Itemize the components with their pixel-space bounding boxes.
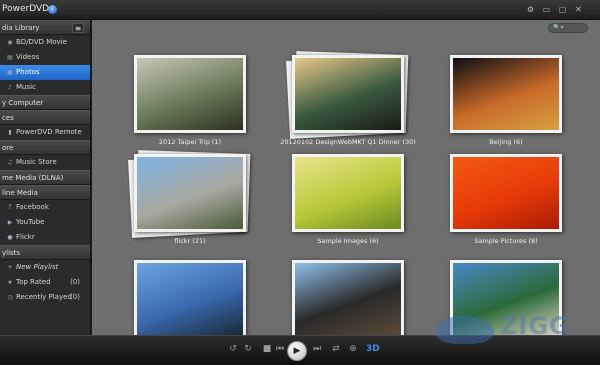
facebook-icon: f — [8, 204, 12, 211]
section-label: dia Library — [2, 24, 40, 32]
album-thumbnail[interactable] — [134, 55, 246, 133]
sidebar-item-powerdvd-remote[interactable]: ▮ PowerDVD Remote — [0, 125, 90, 140]
shuffle-icon[interactable]: ⇄ — [330, 344, 342, 354]
stop-button[interactable]: ■ — [261, 344, 273, 354]
album-caption: Beijing (6) — [489, 138, 523, 146]
sidebar-item-label: Music Store — [16, 158, 57, 166]
album-thumbnail[interactable] — [134, 260, 246, 335]
sidebar-item-bd-dvd-movie[interactable]: ◉ BD/DVD Movie — [0, 35, 90, 50]
sidebar: dia Library ≡ ◉ BD/DVD Movie ▤ Videos ▣ Photos ♪… — [0, 20, 91, 335]
disc-icon: ◉ — [7, 39, 13, 46]
album-thumbnail[interactable] — [292, 260, 404, 335]
sidebar-item-label: BD/DVD Movie — [16, 38, 67, 46]
item-count: (0) — [70, 293, 80, 301]
photo-icon: ▣ — [7, 69, 13, 76]
photo-gallery: 🔍▾ 2012 Taipei Trip (1) 20120102 DesignWe… — [92, 20, 600, 335]
sidebar-item-music[interactable]: ♪ Music — [0, 80, 90, 95]
sidebar-item-label: Top Rated — [16, 278, 51, 286]
album-thumbnail[interactable] — [292, 55, 404, 133]
sidebar-item-music-store[interactable]: ♫ Music Store — [0, 155, 90, 170]
next-button[interactable]: ⏭ — [311, 344, 323, 354]
sidebar-item-photos[interactable]: ▣ Photos — [0, 65, 90, 80]
minimize-button[interactable]: ▭ — [541, 4, 552, 15]
sidebar-item-flickr[interactable]: ● Flickr — [0, 230, 90, 245]
sidebar-section-playlists[interactable]: ylists — [0, 245, 90, 260]
sidebar-section-home-media[interactable]: me Media (DLNA) — [0, 170, 90, 185]
previous-button[interactable]: ⏮ — [274, 344, 286, 354]
clock-icon: ◷ — [7, 294, 13, 301]
flickr-icon: ● — [7, 234, 13, 241]
close-button[interactable]: ✕ — [573, 4, 584, 15]
music-icon: ♪ — [8, 84, 12, 91]
sidebar-item-label: Videos — [16, 53, 40, 61]
sidebar-item-label: Music — [16, 83, 36, 91]
app-title: PowerDVD — [2, 4, 50, 14]
album-caption: Sample Pictures (8) — [474, 237, 538, 245]
watermark-logo — [436, 316, 494, 344]
album-caption: Sample Images (6) — [317, 237, 379, 245]
gear-icon[interactable]: ⚙ — [525, 4, 536, 15]
section-label: y Computer — [2, 99, 44, 107]
album-thumbnail[interactable] — [450, 154, 562, 232]
section-label: me Media (DLNA) — [2, 174, 64, 182]
section-label: line Media — [2, 189, 38, 197]
sidebar-item-label: Facebook — [16, 203, 49, 211]
sidebar-item-new-playlist[interactable]: + New Playlist — [0, 260, 90, 275]
album-thumbnail[interactable] — [450, 55, 562, 133]
menu-toggle-icon[interactable]: ≡ — [72, 23, 84, 33]
sidebar-item-top-rated[interactable]: ★ Top Rated (0) — [0, 275, 90, 290]
sidebar-section-online-media[interactable]: line Media — [0, 185, 90, 200]
section-label: ore — [2, 144, 14, 152]
album-caption: 20120102 DesignWebMKT Q1 Dinner (30) — [280, 138, 416, 146]
sidebar-item-recently-played[interactable]: ◷ Recently Played (0) — [0, 290, 90, 305]
album-thumbnail[interactable] — [292, 154, 404, 232]
undo-icon[interactable]: ↺ — [227, 344, 239, 354]
sidebar-item-label: Photos — [16, 68, 40, 76]
sidebar-item-facebook[interactable]: f Facebook — [0, 200, 90, 215]
info-icon[interactable]: i — [48, 5, 57, 14]
youtube-icon: ▶ — [7, 219, 13, 226]
store-icon: ♫ — [7, 159, 13, 166]
sidebar-section-media-library[interactable]: dia Library ≡ — [0, 20, 90, 35]
title-bar: PowerDVD i ⚙ ▭ ▢ ✕ — [0, 0, 600, 20]
add-playlist-icon: + — [7, 264, 13, 271]
redo-icon[interactable]: ↻ — [242, 344, 254, 354]
sidebar-item-label: PowerDVD Remote — [16, 128, 82, 136]
item-count: (0) — [70, 278, 80, 286]
star-icon: ★ — [7, 279, 13, 286]
album-thumbnail[interactable] — [134, 154, 246, 232]
zoom-icon[interactable]: ⊕ — [347, 344, 359, 354]
sidebar-item-videos[interactable]: ▤ Videos — [0, 50, 90, 65]
sidebar-item-label: Recently Played — [16, 293, 72, 301]
album-caption: flickr (21) — [174, 237, 206, 245]
watermark-text: ZIGG — [500, 312, 570, 340]
sidebar-item-label: New Playlist — [16, 263, 59, 271]
sidebar-section-devices[interactable]: ces — [0, 110, 90, 125]
sidebar-section-store[interactable]: ore — [0, 140, 90, 155]
sidebar-item-label: Flickr — [16, 233, 35, 241]
section-label: ylists — [2, 249, 21, 257]
sidebar-section-my-computer[interactable]: y Computer — [0, 95, 90, 110]
play-button[interactable]: ▶ — [287, 341, 307, 361]
album-caption: 2012 Taipei Trip (1) — [158, 138, 222, 146]
remote-icon: ▮ — [8, 129, 12, 136]
sidebar-item-youtube[interactable]: ▶ YouTube — [0, 215, 90, 230]
search-dropdown[interactable]: 🔍▾ — [548, 23, 588, 33]
3d-mode-button[interactable]: 3D — [366, 344, 380, 354]
video-icon: ▤ — [7, 54, 13, 61]
sidebar-item-label: YouTube — [16, 218, 45, 226]
section-label: ces — [2, 114, 14, 122]
maximize-button[interactable]: ▢ — [557, 4, 568, 15]
